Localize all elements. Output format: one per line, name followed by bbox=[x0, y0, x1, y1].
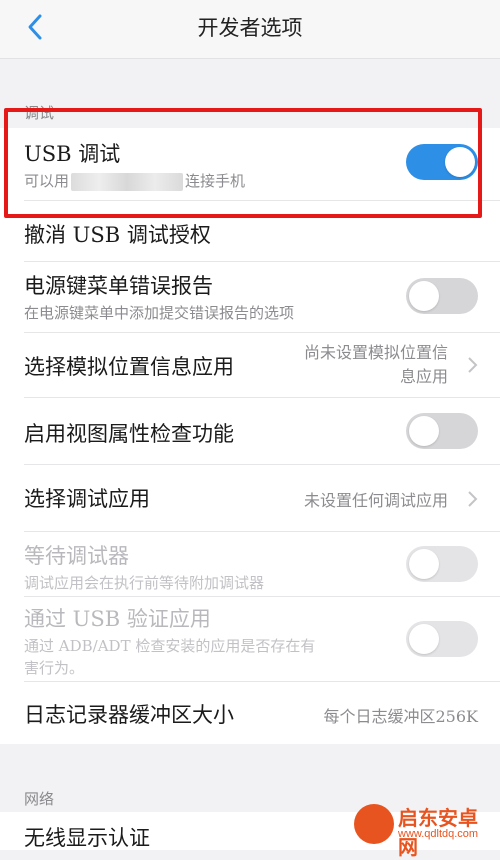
verify-apps-over-usb-description: 通过 ADB/ADT 检查安装的应用是否存在有 bbox=[24, 637, 316, 655]
mock-location-value-line2: 息应用 bbox=[399, 367, 448, 386]
top-bar: 开发者选项 bbox=[0, 0, 500, 59]
view-attribute-inspection-row[interactable]: 启用视图属性检查功能 bbox=[0, 398, 500, 464]
debug-settings-group: USB 调试 可以用 连接手机 撤消 USB 调试授权 电源键菜单错误报告 在电源… bbox=[0, 128, 500, 744]
page-title: 开发者选项 bbox=[197, 16, 303, 40]
toggle-knob bbox=[409, 624, 439, 654]
revoke-usb-auth-title: 撤消 USB 调试授权 bbox=[24, 223, 211, 247]
view-attribute-inspection-toggle[interactable] bbox=[406, 413, 478, 449]
mock-location-title: 选择模拟位置信息应用 bbox=[24, 355, 234, 379]
toggle-knob bbox=[409, 416, 439, 446]
view-attribute-inspection-title: 启用视图属性检查功能 bbox=[24, 422, 234, 446]
verify-apps-over-usb-toggle bbox=[406, 621, 478, 657]
mock-location-value: 尚未设置模拟位置信 息应用 bbox=[304, 341, 448, 389]
section-label-network: 网络 bbox=[24, 790, 55, 808]
wait-for-debugger-toggle bbox=[406, 546, 478, 582]
power-bug-report-description: 在电源键菜单中添加提交错误报告的选项 bbox=[24, 304, 295, 322]
wireless-display-cert-title: 无线显示认证 bbox=[24, 826, 150, 850]
verify-apps-over-usb-row: 通过 USB 验证应用 通过 ADB/ADT 检查安装的应用是否存在有 害行为。 bbox=[0, 597, 500, 681]
chevron-right-icon bbox=[468, 357, 478, 373]
highlight-box bbox=[4, 108, 482, 218]
mock-location-value-line1: 尚未设置模拟位置信 bbox=[303, 343, 448, 362]
logger-buffer-size-title: 日志记录器缓冲区大小 bbox=[24, 703, 234, 727]
wait-for-debugger-description: 调试应用会在执行前等待附加调试器 bbox=[24, 574, 265, 592]
power-bug-report-title: 电源键菜单错误报告 bbox=[24, 274, 213, 298]
toggle-knob bbox=[409, 281, 439, 311]
watermark-url: www.qdltdq.com bbox=[398, 828, 479, 840]
toggle-knob bbox=[409, 549, 439, 579]
chevron-right-icon bbox=[468, 491, 478, 507]
select-debug-app-title: 选择调试应用 bbox=[24, 487, 150, 511]
wait-for-debugger-title: 等待调试器 bbox=[24, 544, 129, 568]
power-bug-report-row[interactable]: 电源键菜单错误报告 在电源键菜单中添加提交错误报告的选项 bbox=[0, 262, 500, 332]
wait-for-debugger-row: 等待调试器 调试应用会在执行前等待附加调试器 bbox=[0, 532, 500, 596]
power-bug-report-toggle[interactable] bbox=[406, 278, 478, 314]
select-debug-app-value: 未设置任何调试应用 bbox=[303, 491, 448, 510]
watermark-logo: 启东安卓网 www.qdltdq.com bbox=[354, 802, 494, 859]
select-debug-app-row[interactable]: 选择调试应用 未设置任何调试应用 bbox=[0, 465, 500, 531]
mock-location-row[interactable]: 选择模拟位置信息应用 尚未设置模拟位置信 息应用 bbox=[0, 333, 500, 397]
watermark-icon bbox=[354, 804, 394, 844]
verify-apps-over-usb-title: 通过 USB 验证应用 bbox=[24, 607, 211, 631]
logger-buffer-size-value: 每个日志缓冲区256K bbox=[323, 707, 479, 726]
verify-apps-over-usb-description-line2: 害行为。 bbox=[24, 659, 85, 677]
logger-buffer-size-row[interactable]: 日志记录器缓冲区大小 每个日志缓冲区256K bbox=[0, 682, 500, 744]
